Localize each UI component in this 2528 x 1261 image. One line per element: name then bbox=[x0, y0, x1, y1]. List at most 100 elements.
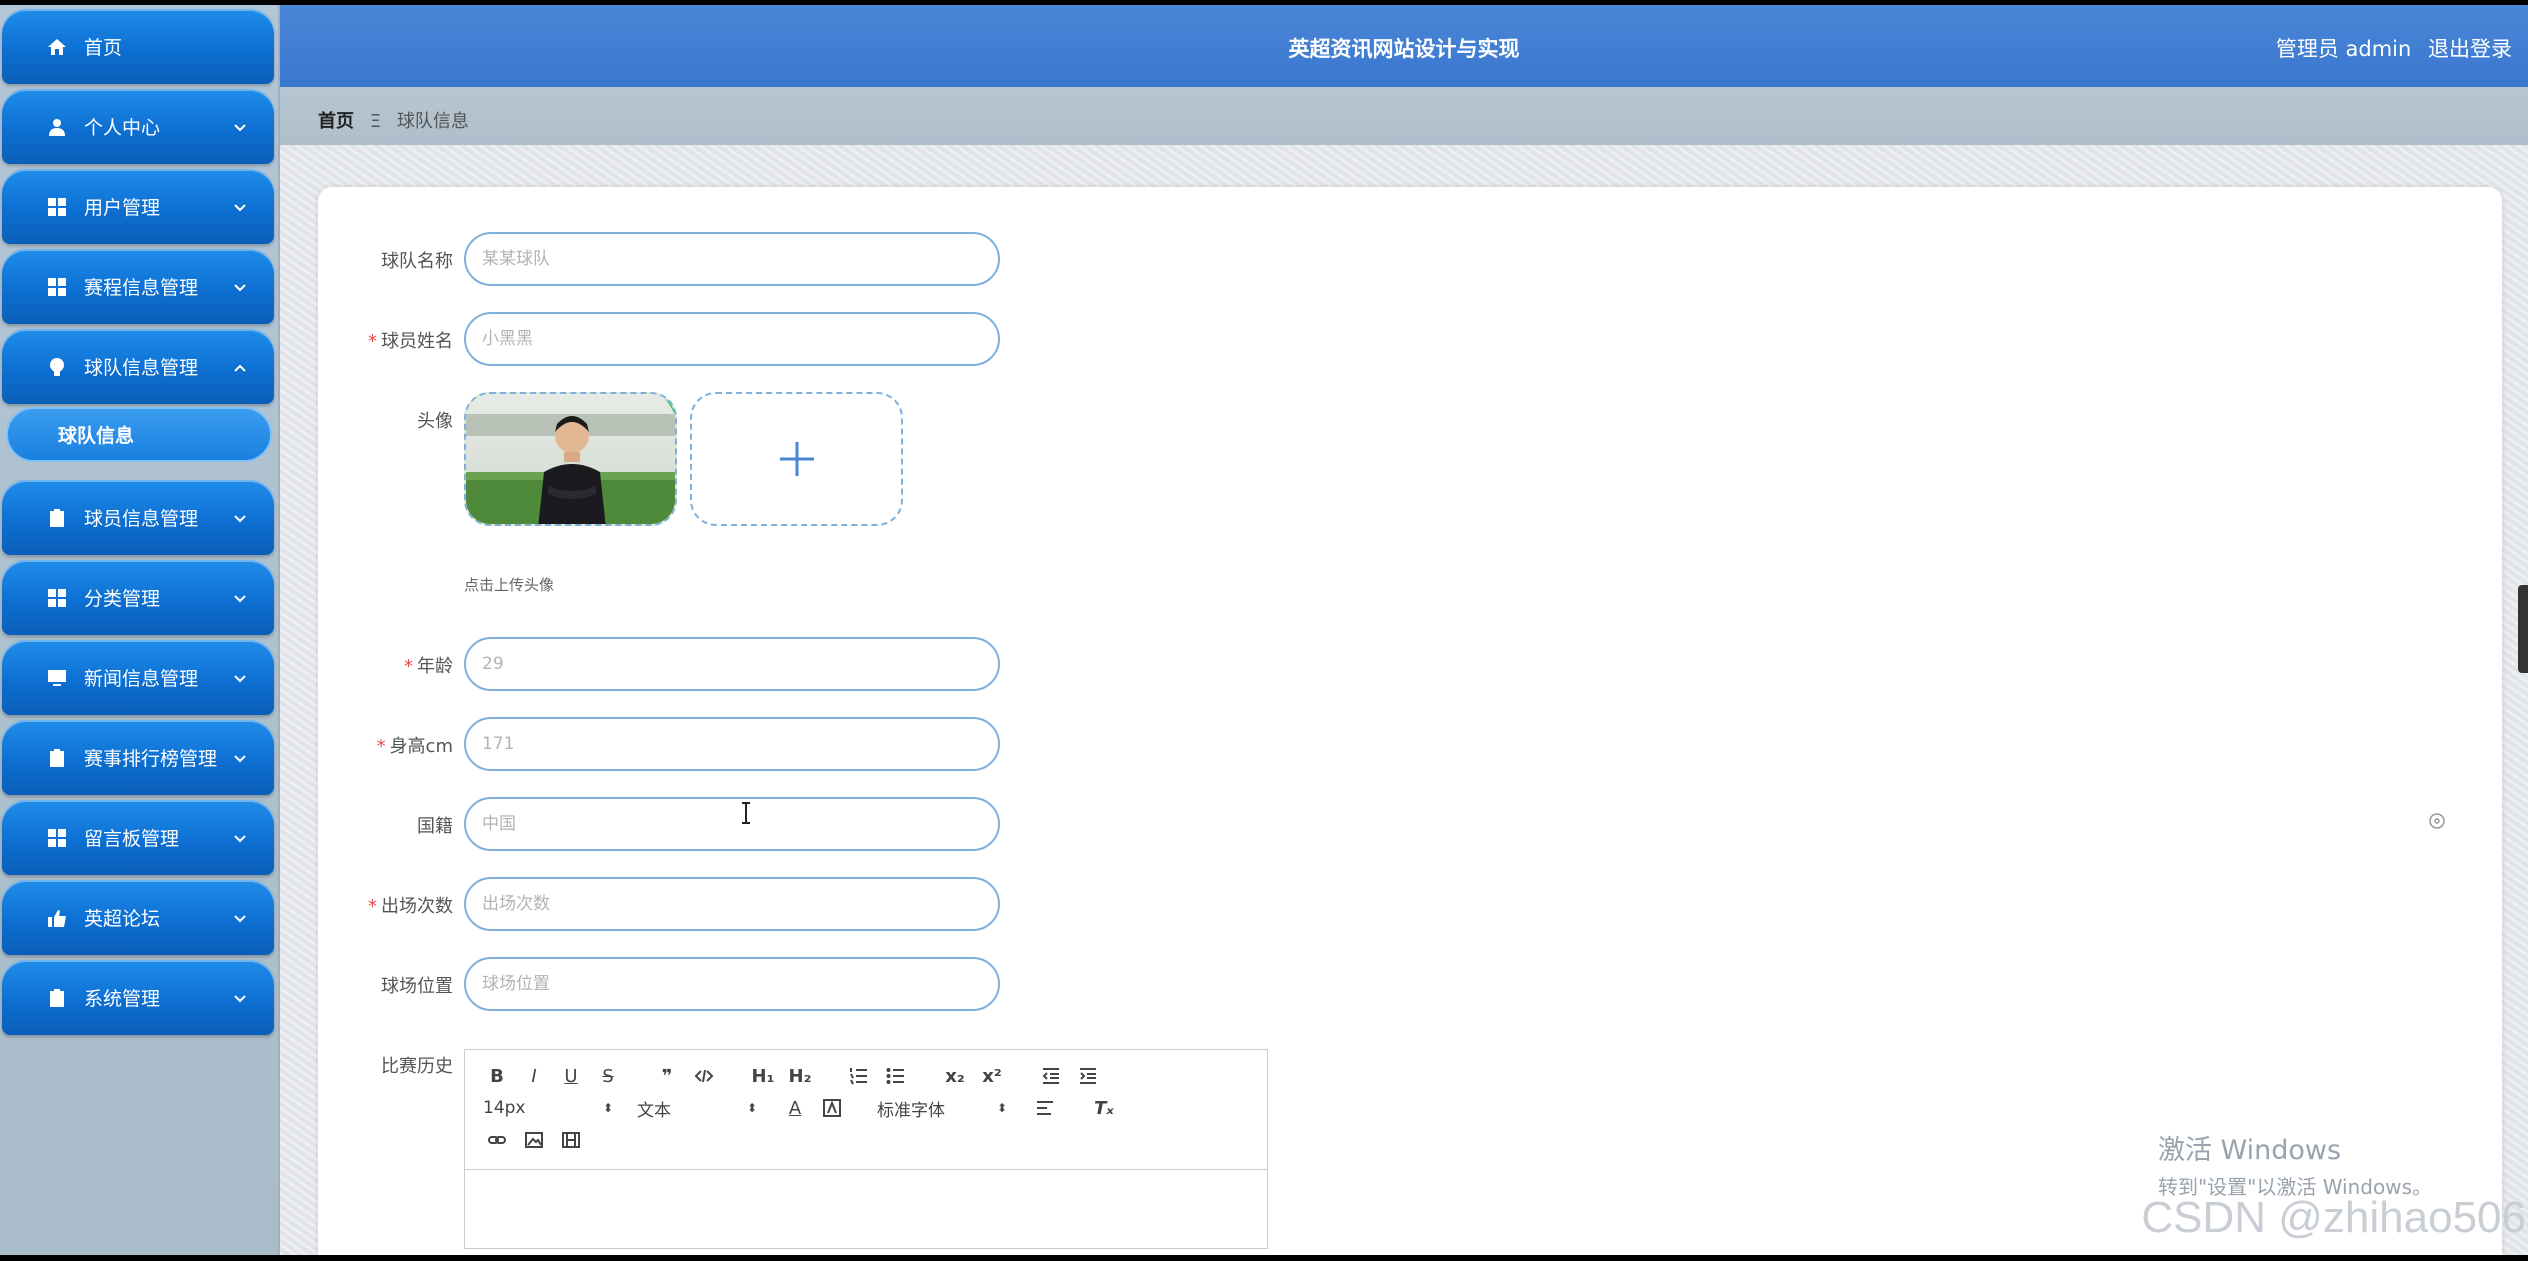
underline-button[interactable]: U bbox=[557, 1062, 585, 1090]
required-mark: * bbox=[376, 736, 386, 757]
appearances-input[interactable] bbox=[464, 877, 1000, 931]
sidebar-item-6[interactable]: 分类管理 bbox=[2, 560, 274, 635]
avatar-upload-button[interactable] bbox=[690, 392, 903, 526]
chevron-down-icon bbox=[232, 510, 248, 526]
sidebar-item-0[interactable]: 首页 bbox=[2, 9, 274, 84]
indent-icon[interactable] bbox=[1074, 1062, 1102, 1090]
row-age: * 年龄 bbox=[318, 637, 1518, 693]
chevron-up-icon bbox=[232, 359, 248, 375]
sidebar-item-label: 新闻信息管理 bbox=[84, 668, 199, 690]
text-cursor-icon bbox=[740, 801, 752, 825]
link-icon[interactable] bbox=[483, 1126, 511, 1154]
sidebar-item-8[interactable]: 赛事排行榜管理 bbox=[2, 720, 274, 795]
grid-icon bbox=[46, 827, 68, 849]
csdn-watermark: CSDN @zhihao506 bbox=[2141, 1193, 2526, 1242]
height-input[interactable] bbox=[464, 717, 1000, 771]
outdent-icon[interactable] bbox=[1037, 1062, 1065, 1090]
sidebar-item-7[interactable]: 新闻信息管理 bbox=[2, 640, 274, 715]
sidebar-item-4[interactable]: 球队信息管理 bbox=[2, 329, 274, 404]
font-size-select[interactable]: 14px ⬍ bbox=[483, 1094, 613, 1122]
breadcrumb-home[interactable]: 首页 bbox=[318, 111, 354, 132]
clear-circle-icon[interactable] bbox=[2428, 812, 2446, 830]
font-color-button[interactable]: A bbox=[781, 1094, 809, 1122]
row-avatar: 头像 bbox=[318, 392, 1518, 532]
grid-icon bbox=[46, 196, 68, 218]
bulb-icon bbox=[46, 356, 68, 378]
sidebar: 首页个人中心用户管理 赛程信息管理 球队信息管理 球队信息球员信息管理 分类管理新闻信息… bbox=[0, 5, 280, 1255]
site-title: 英超资讯网站设计与实现 bbox=[1288, 37, 1520, 61]
monitor-icon bbox=[46, 667, 68, 689]
quote-icon[interactable]: ❞ bbox=[653, 1062, 681, 1090]
toolbar-row-2: 14px ⬍ 文本 ⬍ A 标准字体 ⬍ Tₓ bbox=[483, 1092, 1249, 1124]
text-style-select[interactable]: 文本 ⬍ bbox=[637, 1094, 757, 1122]
chevron-down-icon bbox=[232, 590, 248, 606]
sidebar-item-label: 球员信息管理 bbox=[84, 508, 199, 530]
chevron-down-icon bbox=[232, 279, 248, 295]
history-label: 比赛历史 bbox=[381, 1056, 453, 1077]
logout-link[interactable]: 退出登录 bbox=[2428, 37, 2512, 61]
row-history: 比赛历史 B I U S ❞ H₁ H₂ x₂ x² 14px ⬍ 文本 ⬍ A… bbox=[318, 1037, 1518, 1255]
toolbar-row-3 bbox=[483, 1124, 1249, 1156]
chevron-down-icon bbox=[232, 199, 248, 215]
sidebar-item-label: 英超论坛 bbox=[84, 908, 161, 930]
video-icon[interactable] bbox=[557, 1126, 585, 1154]
sidebar-subitem-team-info[interactable]: 球队信息 bbox=[6, 407, 272, 462]
subscript-button[interactable]: x₂ bbox=[941, 1062, 969, 1090]
sidebar-item-5[interactable]: 球员信息管理 bbox=[2, 480, 274, 555]
chevron-down-icon bbox=[232, 119, 248, 135]
editor-content-area[interactable] bbox=[465, 1170, 1267, 1248]
position-input[interactable] bbox=[464, 957, 1000, 1011]
breadcrumb-separator: Ξ bbox=[369, 111, 382, 132]
sidebar-item-11[interactable]: 系统管理 bbox=[2, 960, 274, 1035]
top-header: 英超资讯网站设计与实现 管理员 admin 退出登录 bbox=[280, 5, 2528, 87]
height-label: * 身高cm bbox=[376, 736, 453, 757]
toolbar-row-1: B I U S ❞ H₁ H₂ x₂ x² bbox=[483, 1060, 1249, 1092]
background-color-icon[interactable] bbox=[818, 1094, 846, 1122]
heading2-button[interactable]: H₂ bbox=[786, 1062, 814, 1090]
sidebar-item-9[interactable]: 留言板管理 bbox=[2, 800, 274, 875]
home-icon bbox=[46, 36, 68, 58]
avatar-image[interactable] bbox=[464, 392, 677, 526]
sidebar-item-1[interactable]: 个人中心 bbox=[2, 89, 274, 164]
sidebar-item-2[interactable]: 用户管理 bbox=[2, 169, 274, 244]
sidebar-item-3[interactable]: 赛程信息管理 bbox=[2, 249, 274, 324]
team-name-input[interactable] bbox=[464, 232, 1000, 286]
sidebar-item-label: 分类管理 bbox=[84, 588, 161, 610]
breadcrumb-bar: 首页 Ξ 球队信息 bbox=[280, 87, 2528, 145]
row-player-name: * 球员姓名 bbox=[318, 312, 1518, 368]
chevron-down-icon bbox=[232, 910, 248, 926]
image-icon[interactable] bbox=[520, 1126, 548, 1154]
superscript-button[interactable]: x² bbox=[978, 1062, 1006, 1090]
scrollbar-thumb[interactable] bbox=[2518, 585, 2528, 673]
breadcrumb: 首页 Ξ 球队信息 bbox=[318, 107, 469, 133]
user-icon bbox=[46, 116, 68, 138]
breadcrumb-current: 球队信息 bbox=[396, 111, 469, 132]
thumbs-up-icon bbox=[46, 907, 68, 929]
nationality-input[interactable] bbox=[464, 797, 1000, 851]
clipboard-x-icon bbox=[46, 747, 68, 769]
player-name-input[interactable] bbox=[464, 312, 1000, 366]
sidebar-item-label: 个人中心 bbox=[84, 117, 161, 139]
italic-button[interactable]: I bbox=[520, 1062, 548, 1090]
heading1-button[interactable]: H₁ bbox=[749, 1062, 777, 1090]
sidebar-item-10[interactable]: 英超论坛 bbox=[2, 880, 274, 955]
user-label: 管理员 admin bbox=[2275, 37, 2412, 61]
align-icon[interactable] bbox=[1031, 1094, 1059, 1122]
bullet-list-icon[interactable] bbox=[882, 1062, 910, 1090]
required-mark: * bbox=[404, 656, 413, 677]
row-appearances: * 出场次数 bbox=[318, 877, 1518, 933]
chevron-down-icon bbox=[232, 750, 248, 766]
row-position: 球场位置 bbox=[318, 957, 1518, 1013]
font-family-select[interactable]: 标准字体 ⬍ bbox=[877, 1094, 1007, 1122]
avatar-upload-hint: 点击上传头像 bbox=[464, 576, 555, 594]
age-input[interactable] bbox=[464, 637, 1000, 691]
strike-button[interactable]: S bbox=[594, 1062, 622, 1090]
app-window: 首页 个人中心 用户管理 赛程信息管理 球队信息管理 球队信息 球员信息管理 分类管理 新闻信息… bbox=[0, 5, 2528, 1255]
row-height: * 身高cm bbox=[318, 717, 1518, 773]
bold-button[interactable]: B bbox=[483, 1062, 511, 1090]
clear-format-button[interactable]: Tₓ bbox=[1090, 1094, 1118, 1122]
rich-text-editor: B I U S ❞ H₁ H₂ x₂ x² 14px ⬍ 文本 ⬍ A 标准字体… bbox=[464, 1049, 1268, 1249]
player-photo-icon bbox=[466, 394, 675, 524]
code-icon[interactable] bbox=[690, 1062, 718, 1090]
ordered-list-icon[interactable] bbox=[845, 1062, 873, 1090]
